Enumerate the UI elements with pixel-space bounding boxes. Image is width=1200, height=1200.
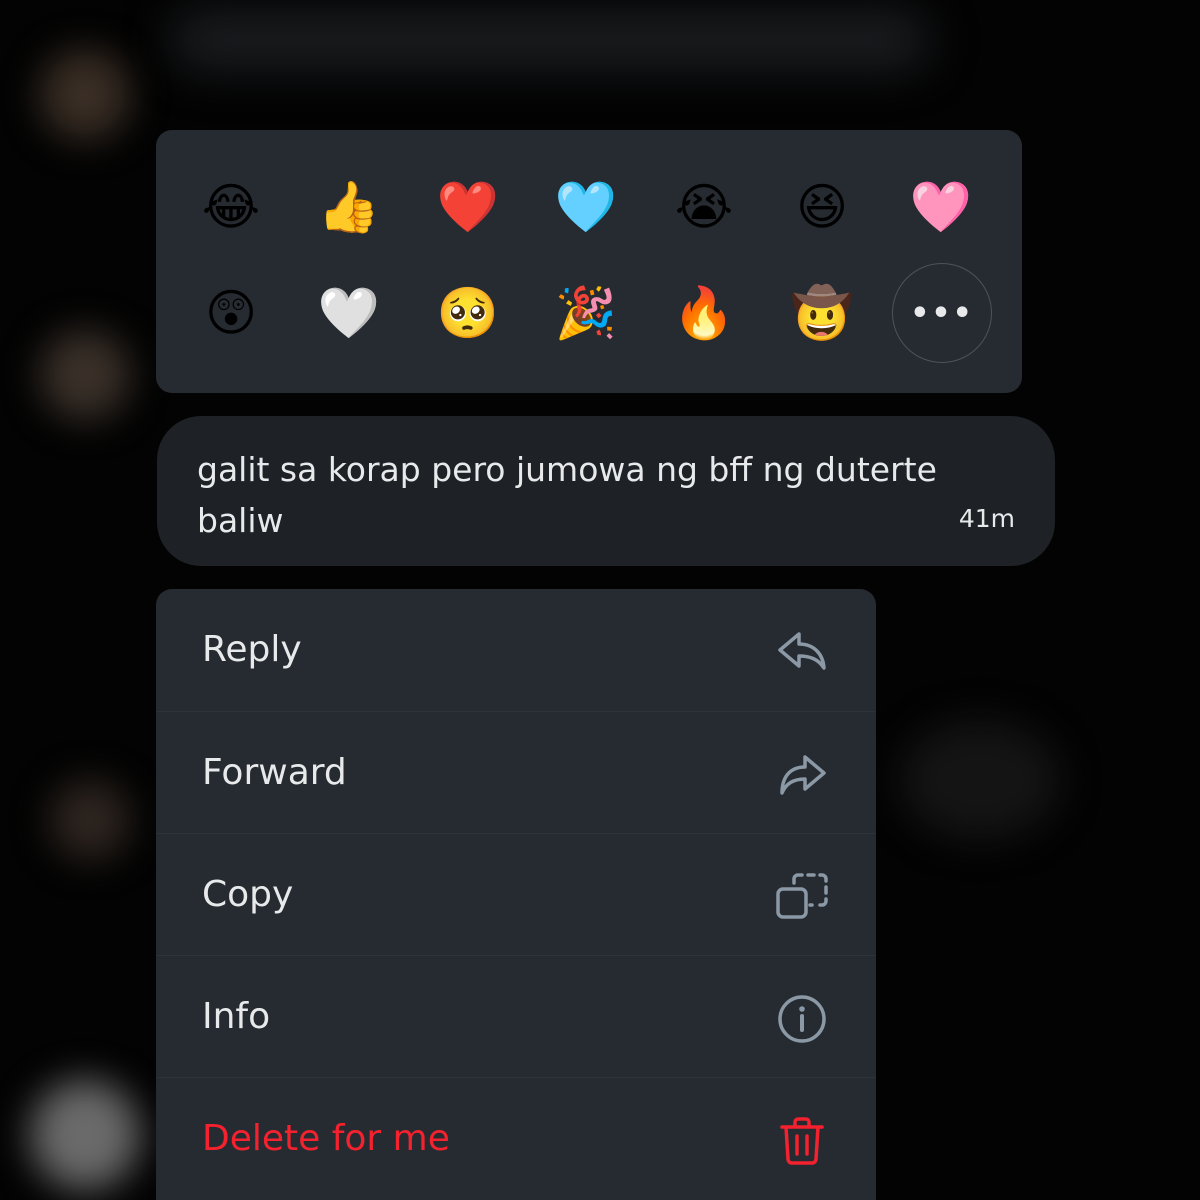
- info-icon: [778, 995, 826, 1043]
- ellipsis-icon: •••: [910, 295, 974, 331]
- reaction-white-heart[interactable]: 🤍: [309, 273, 389, 353]
- reaction-astonished[interactable]: 😲: [191, 273, 271, 353]
- menu-item-info[interactable]: Info: [156, 955, 876, 1077]
- message-context-menu: Reply Forward Copy Info Delete for me: [156, 589, 876, 1200]
- reaction-party-popper[interactable]: 🎉: [546, 273, 626, 353]
- reaction-thumbs-up[interactable]: 👍: [309, 167, 389, 247]
- menu-item-label: Forward: [202, 752, 347, 793]
- reaction-crying[interactable]: 😭: [664, 167, 744, 247]
- reaction-pleading[interactable]: 🥺: [428, 273, 508, 353]
- reaction-joy[interactable]: 😂: [191, 167, 271, 247]
- reaction-light-blue-heart[interactable]: 🩵: [546, 167, 626, 247]
- blurred-avatar: [50, 780, 130, 860]
- copy-icon: [776, 873, 828, 919]
- menu-item-label: Info: [202, 996, 271, 1037]
- trash-icon: [780, 1117, 824, 1165]
- blurred-bubble: [900, 720, 1060, 840]
- menu-item-label: Copy: [202, 874, 294, 915]
- menu-item-label: Delete for me: [202, 1118, 450, 1159]
- blurred-header-bar: [170, 10, 930, 70]
- menu-item-reply[interactable]: Reply: [156, 589, 876, 711]
- reaction-fire[interactable]: 🔥: [664, 273, 744, 353]
- reaction-pink-heart[interactable]: 🩷: [901, 167, 981, 247]
- blurred-avatar: [40, 50, 130, 140]
- reaction-laughing[interactable]: 😆: [782, 167, 862, 247]
- message-bubble: galit sa korap pero jumowa ng bff ng dut…: [157, 416, 1055, 566]
- message-timestamp: 41m: [958, 504, 1015, 533]
- message-text: galit sa korap pero jumowa ng bff ng dut…: [197, 450, 937, 540]
- blurred-avatar: [40, 330, 130, 420]
- menu-item-copy[interactable]: Copy: [156, 833, 876, 955]
- menu-item-delete-for-me[interactable]: Delete for me: [156, 1077, 876, 1199]
- blurred-avatar: [30, 1080, 140, 1190]
- more-reactions-button[interactable]: •••: [892, 263, 992, 363]
- forward-icon: [780, 755, 826, 795]
- reply-icon: [778, 632, 826, 670]
- menu-item-forward[interactable]: Forward: [156, 711, 876, 833]
- reaction-red-heart[interactable]: ❤️: [428, 167, 508, 247]
- reaction-picker: 😂 👍 ❤️ 🩵 😭 😆 🩷 😲 🤍 🥺 🎉 🔥 🤠 •••: [156, 130, 1022, 393]
- screen: 😂 👍 ❤️ 🩵 😭 😆 🩷 😲 🤍 🥺 🎉 🔥 🤠 ••• galit sa …: [0, 0, 1200, 1200]
- reaction-cowboy[interactable]: 🤠: [782, 273, 862, 353]
- menu-item-label: Reply: [202, 629, 302, 670]
